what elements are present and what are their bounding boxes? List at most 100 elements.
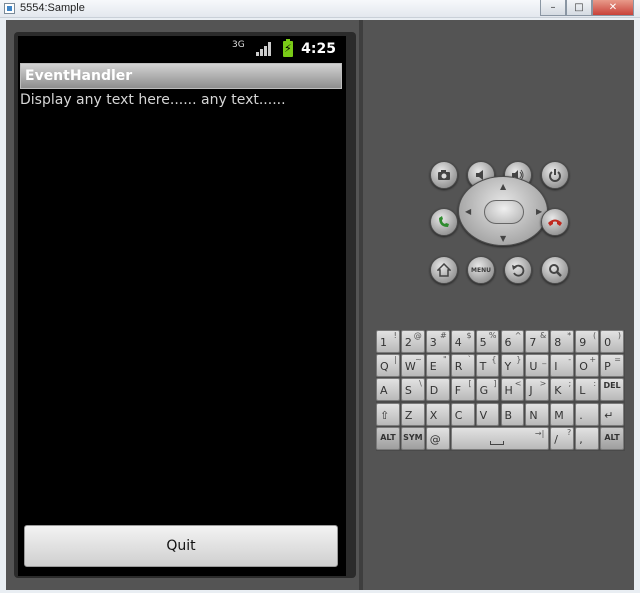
key-a[interactable]: A: [376, 378, 400, 402]
key-alt-right[interactable]: ALT: [600, 426, 624, 450]
key-6[interactable]: 6 ^: [500, 330, 525, 353]
display-text: Display any text here...... any text....…: [20, 92, 286, 108]
key-5[interactable]: 5%: [475, 330, 500, 353]
key-k[interactable]: K;: [550, 378, 575, 402]
key-y[interactable]: Y}: [500, 354, 525, 378]
key-alt-label: #: [439, 331, 447, 340]
dpad-down-icon[interactable]: ▼: [500, 234, 506, 243]
key-v[interactable]: V: [475, 402, 500, 426]
key-main-label: E: [429, 360, 437, 374]
device-screen: 3G ⚡ 4:25 EventHandler Display any text …: [18, 36, 346, 576]
key-9[interactable]: 9(: [575, 330, 600, 353]
key-main-label: G: [479, 384, 489, 398]
call-button[interactable]: [430, 208, 458, 236]
dpad-up-icon[interactable]: ▲: [500, 182, 506, 191]
key-j[interactable]: J >: [525, 378, 550, 402]
dpad-right-icon[interactable]: ▶: [536, 207, 542, 216]
key-r[interactable]: R `: [450, 354, 475, 378]
key-alt-label: ?: [566, 427, 572, 437]
key-space[interactable]: →|: [450, 426, 550, 450]
key-main-label: 5: [479, 336, 487, 349]
end-call-button[interactable]: [541, 208, 569, 236]
key-0[interactable]: 0): [600, 330, 624, 353]
key-period[interactable]: .: [575, 402, 600, 426]
key-comma-label: ,: [579, 432, 583, 446]
key-m[interactable]: M: [550, 402, 575, 426]
key-1[interactable]: 1!: [376, 330, 400, 353]
key-alt-label: (: [592, 331, 597, 340]
key-i[interactable]: I-: [550, 354, 575, 378]
search-button[interactable]: [541, 256, 569, 284]
dpad-left-icon[interactable]: ◀: [465, 207, 471, 216]
emulator-divider: [359, 20, 363, 590]
key-p[interactable]: P =: [600, 354, 624, 378]
camera-button[interactable]: [430, 161, 458, 189]
minimize-button[interactable]: –: [540, 0, 566, 16]
key-x[interactable]: X: [425, 402, 450, 426]
key-4[interactable]: 4 $: [450, 330, 475, 353]
key-2[interactable]: 2 @: [400, 330, 425, 353]
key-f[interactable]: F[: [450, 378, 475, 402]
key-alt-label: ALT: [380, 432, 396, 442]
menu-button[interactable]: MENU: [467, 256, 495, 284]
key-h[interactable]: H <: [500, 378, 525, 402]
key-main-label: Z: [404, 408, 413, 422]
key-u[interactable]: U _: [525, 354, 550, 378]
key-at[interactable]: @: [425, 426, 450, 450]
key-main-label: 9: [579, 336, 587, 349]
key-8[interactable]: 8 *: [550, 330, 575, 353]
key-d[interactable]: D: [425, 378, 450, 402]
key-main-label: ↵: [604, 408, 614, 422]
key-alt[interactable]: ALT: [376, 426, 400, 450]
signal-icon: [256, 42, 271, 56]
network-3g-icon: 3G: [232, 40, 245, 50]
quit-button[interactable]: Quit: [24, 525, 338, 567]
key-main-label: 3: [429, 336, 437, 349]
key-alt-label: =: [614, 355, 621, 365]
key-shift[interactable]: ⇧: [376, 402, 400, 426]
key-alt-label: !: [393, 331, 397, 340]
key-alt-label: $: [466, 331, 472, 340]
key-o[interactable]: O +: [575, 354, 600, 378]
key-3[interactable]: 3 #: [425, 330, 450, 353]
key-n[interactable]: N: [525, 402, 550, 426]
key-enter[interactable]: ↵: [600, 402, 624, 426]
home-button[interactable]: [430, 256, 458, 284]
key-sym[interactable]: SYM: [400, 426, 425, 450]
camera-icon: [438, 170, 450, 180]
key-l[interactable]: L:: [575, 378, 600, 402]
key-main-label: K: [554, 384, 562, 398]
key-sym-label: SYM: [403, 432, 423, 442]
key-g[interactable]: G]: [475, 378, 500, 402]
phone-green-icon: [439, 216, 449, 227]
key-e[interactable]: E ": [425, 354, 450, 378]
dpad-center-button[interactable]: [484, 200, 524, 224]
key-z[interactable]: Z: [400, 402, 425, 426]
key-del[interactable]: DEL: [600, 378, 624, 402]
key-t[interactable]: T{: [475, 354, 500, 378]
key-alt-label: +: [589, 355, 597, 365]
close-button[interactable]: ✕: [592, 0, 634, 16]
status-time: 4:25: [301, 41, 336, 57]
key-comma[interactable]: ,: [575, 426, 600, 450]
key-alt-label: <: [514, 379, 522, 389]
maximize-button[interactable]: □: [566, 0, 592, 16]
key-b[interactable]: B: [500, 402, 525, 426]
key-main-label: J: [529, 384, 533, 398]
key-q[interactable]: Q |: [376, 354, 400, 378]
key-c[interactable]: C: [450, 402, 475, 426]
key-w[interactable]: W ~: [400, 354, 425, 378]
key-main-label: U: [529, 360, 538, 374]
phone-red-icon: [548, 219, 562, 226]
key-alt-label: *: [567, 331, 572, 340]
dpad[interactable]: ▲ ▼ ◀ ▶: [458, 176, 548, 246]
back-button[interactable]: [504, 256, 532, 284]
key-s[interactable]: S \: [400, 378, 425, 402]
delete-label: DEL: [603, 381, 621, 391]
power-button[interactable]: [541, 161, 569, 189]
app-title: EventHandler: [25, 68, 133, 84]
key-slash[interactable]: /?: [550, 426, 575, 450]
key-7[interactable]: 7 &: [525, 330, 550, 353]
key-main-label: X: [429, 408, 438, 422]
tab-arrow-icon: →|: [534, 428, 545, 438]
